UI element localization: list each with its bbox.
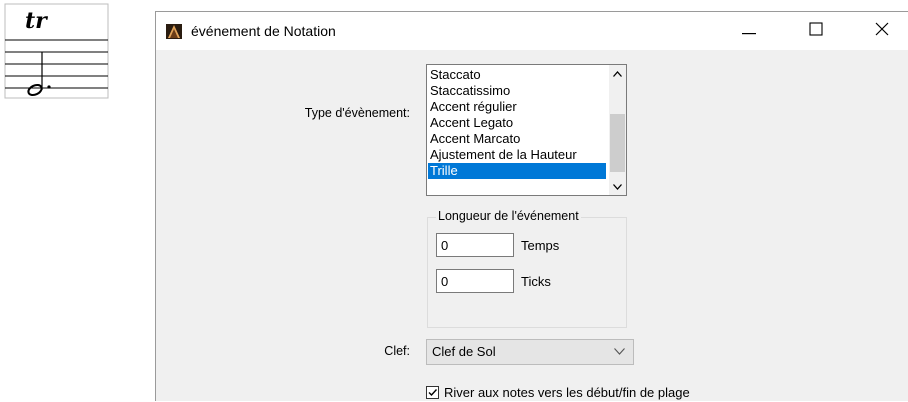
chevron-up-icon <box>613 70 622 77</box>
snap-checkbox[interactable] <box>426 386 439 399</box>
trill-note-graphic <box>4 3 109 99</box>
scroll-thumb[interactable] <box>610 114 625 172</box>
list-item[interactable]: Staccatissimo <box>428 83 606 99</box>
minimize-icon <box>742 22 756 40</box>
clef-dropdown[interactable]: Clef de Sol <box>426 339 634 365</box>
minimize-button[interactable]: — <box>726 12 772 50</box>
list-item[interactable]: Ajustement de la Hauteur <box>428 147 606 163</box>
close-icon <box>875 22 889 41</box>
chevron-down-icon <box>613 183 622 190</box>
ticks-input[interactable] <box>436 269 514 293</box>
event-length-legend: Longueur de l'événement <box>436 209 581 223</box>
list-item-selected[interactable]: Trille <box>428 163 606 179</box>
list-item[interactable]: Accent Marcato <box>428 131 606 147</box>
chevron-down-icon <box>614 348 625 355</box>
clef-label: Clef: <box>384 344 410 358</box>
snap-checkbox-label: River aux notes vers les début/fin de pl… <box>444 385 690 400</box>
clef-value: Clef de Sol <box>432 344 496 359</box>
maximize-icon <box>809 21 823 41</box>
dialog-title: événement de Notation <box>191 23 336 39</box>
ticks-label: Ticks <box>521 274 551 289</box>
list-item[interactable]: Accent régulier <box>428 99 606 115</box>
checkmark-icon <box>428 389 438 397</box>
list-item[interactable]: Staccato <box>428 67 606 83</box>
title-bar[interactable]: événement de Notation — ☐ ✕ <box>156 12 908 50</box>
beats-input[interactable] <box>436 233 514 257</box>
event-type-listbox[interactable]: Staccato Staccatissimo Accent régulier A… <box>426 64 627 196</box>
event-type-label: Type d'évènement: <box>304 106 410 120</box>
app-icon <box>166 24 182 39</box>
scroll-up-button[interactable] <box>609 65 626 82</box>
notation-thumbnail: tr <box>0 0 110 100</box>
scroll-down-button[interactable] <box>609 178 626 195</box>
close-button[interactable]: ✕ <box>859 12 905 50</box>
event-length-group: Longueur de l'événement Temps Ticks <box>427 209 627 328</box>
maximize-button[interactable]: ☐ <box>793 12 839 50</box>
beats-label: Temps <box>521 238 560 253</box>
trill-symbol-text: tr <box>25 8 47 34</box>
listbox-scrollbar[interactable] <box>609 65 626 195</box>
notation-event-dialog: événement de Notation — ☐ ✕ Type d'évène… <box>155 11 908 401</box>
list-item[interactable]: Accent Legato <box>428 115 606 131</box>
